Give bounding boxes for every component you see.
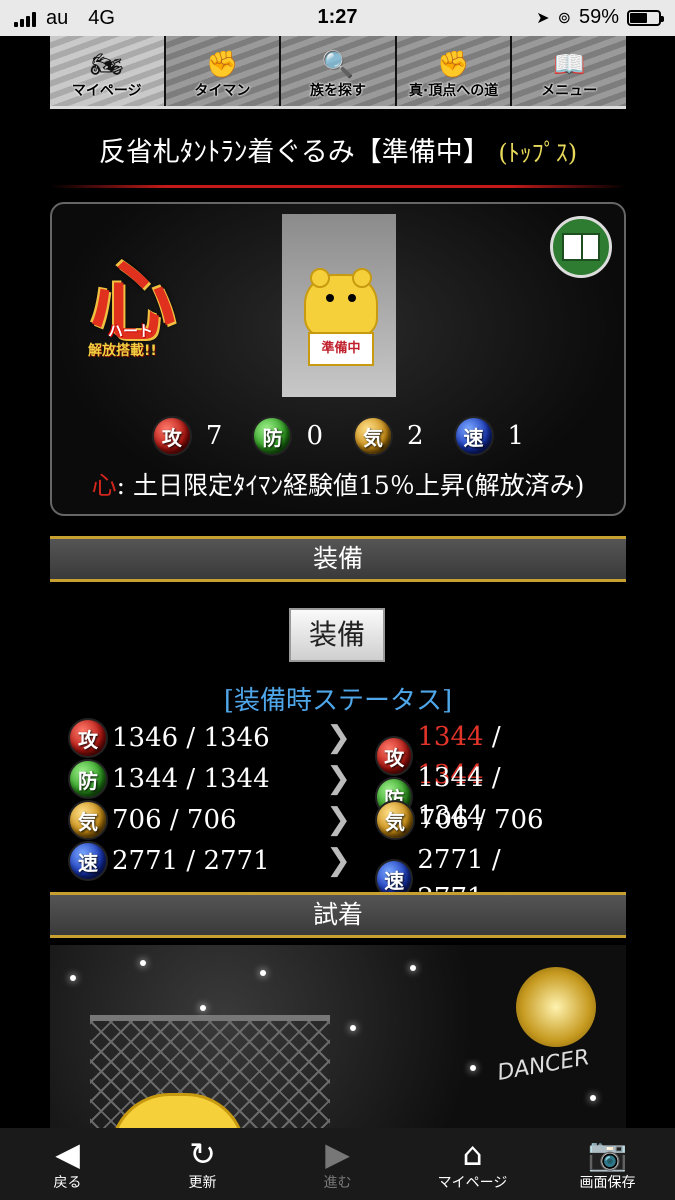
current-stat-value: 1344 / 1344 (112, 764, 270, 794)
fist-icon: ✊ (206, 50, 239, 80)
current-stat-value: 1346 / 1346 (112, 723, 270, 753)
chevron-right-icon: ❯ (326, 761, 352, 796)
bottom-bar-reload-button[interactable]: ↻ 更新 (135, 1128, 270, 1200)
card-stat: 防0 (252, 416, 323, 456)
heart-release-emblem: 心 ハート 解放搭載!! (80, 232, 190, 367)
home-icon: ⌂ (462, 1135, 483, 1173)
dancer-text: DANCER (495, 1045, 592, 1086)
bottom-bar-label: 進む (323, 1175, 352, 1191)
bottom-bar-label: マイページ (437, 1175, 508, 1191)
after-stat-current: 1344 (417, 763, 484, 793)
chevron-right-icon: ❯ (326, 843, 352, 878)
tiger-mascot-image (304, 268, 378, 338)
nav-item-label: 族を探す (309, 83, 366, 99)
after-stat-current: 2771 (417, 845, 484, 875)
book-icon-button[interactable] (550, 216, 612, 278)
card-stat: 攻7 (151, 416, 223, 456)
nav-item-label: メニュー (541, 83, 598, 99)
release-label: 解放搭載!! (88, 343, 157, 359)
book-icon: 📖 (552, 50, 586, 80)
nav-item-1[interactable]: ✊ タイマン (165, 36, 282, 106)
stat-orb-icon: 気 (68, 800, 108, 840)
nav-item-label: タイマン (194, 83, 251, 99)
chevron-right-icon: ❯ (326, 802, 352, 837)
heart-label: ハート (108, 322, 154, 340)
stat-orb-icon: 気 (353, 416, 393, 456)
tryon-preview-image: DANCER (50, 945, 626, 1128)
nav-item-label: 真·頂点への道 (408, 83, 499, 99)
item-card: 心 ハート 解放搭載!! 準備中 攻7防0気2速1 心: 土日限定ﾀｲﾏﾝ経験値… (50, 202, 626, 516)
magnifier-flag-icon: 🔍 (321, 50, 355, 80)
status-row: 攻 1346 / 1346 ❯ 攻 1344 / 1344 (68, 718, 568, 790)
equip-button[interactable]: 装備 (289, 608, 385, 662)
ios-status-bar: au 4G 1:27 ➤ ⊚ 59% (0, 0, 675, 36)
stat-value: 1 (507, 421, 525, 451)
bottom-bar-label: 戻る (53, 1175, 82, 1191)
stat-orb-icon: 速 (68, 841, 108, 881)
browser-bottom-bar: ◀ 戻る ↻ 更新 ▶ 進む ⌂ マイページ 📷 画面保存 (0, 1128, 675, 1200)
card-stat: 気2 (353, 416, 424, 456)
bottom-bar-label: 画面保存 (579, 1175, 636, 1191)
after-stat-separator: / (483, 845, 501, 875)
stat-orb-icon: 攻 (151, 416, 192, 456)
stat-orb-icon: 防 (252, 416, 293, 456)
bottom-bar-label: 更新 (188, 1175, 217, 1191)
forward-icon: ▶ (325, 1135, 350, 1173)
title-underline (50, 185, 626, 188)
camera-icon: 📷 (587, 1135, 628, 1173)
item-title-bar: 反省札ﾀﾝﾄﾗﾝ着ぐるみ【準備中】 (ﾄｯﾌﾟｽ) (50, 118, 626, 188)
stat-value: 0 (306, 421, 323, 451)
motorcycle-icon: 🏍 (90, 50, 124, 80)
stat-value: 7 (205, 421, 223, 451)
after-stat-current: 1344 (417, 722, 484, 752)
item-name: 反省札ﾀﾝﾄﾗﾝ着ぐるみ【準備中】 (98, 137, 490, 168)
after-stat-current: 706 (419, 805, 469, 835)
book-icon (562, 233, 600, 261)
location-icon: ➤ (536, 8, 550, 27)
top-nav: 🏍 マイページ ✊ タイマン 🔍 族を探す ✊ 真·頂点への道 📖 メニュー (50, 36, 626, 109)
stat-value: 2 (407, 421, 424, 451)
equip-status-title: [装備時ステータス] (223, 686, 453, 716)
stat-orb-icon: 気 (375, 800, 415, 840)
card-stats: 攻7防0気2速1 (52, 416, 624, 456)
nav-item-2[interactable]: 🔍 族を探す (281, 36, 397, 106)
after-stat-max: 706 (493, 805, 544, 835)
item-portrait: 準備中 (282, 214, 396, 397)
stat-orb-icon: 防 (68, 759, 108, 799)
status-row: 速2771 / 2771❯速2771 / 2771 (68, 841, 568, 913)
bottom-bar-back-button[interactable]: ◀ 戻る (0, 1128, 135, 1200)
stat-orb-icon: 攻 (68, 718, 108, 758)
status-row: 防 1344 / 1344 ❯ 防 1344 / 1344 (68, 759, 568, 831)
after-stat-separator: / (483, 763, 501, 793)
card-stat: 速1 (453, 416, 525, 456)
bottom-bar-forward-button[interactable]: ▶ 進む (270, 1128, 405, 1200)
bottom-bar-camera-button[interactable]: 📷 画面保存 (540, 1128, 675, 1200)
status-row: 気 706 / 706 ❯ 気 706 / 706 (68, 800, 568, 840)
chevron-right-icon: ❯ (326, 720, 352, 755)
after-stat-separator: / (483, 722, 501, 752)
equip-section-header: 装備 (50, 536, 626, 582)
current-stat-value: 2771 / 2771 (112, 846, 270, 876)
bottom-bar-home-button[interactable]: ⌂ マイページ (405, 1128, 540, 1200)
preparing-sign: 準備中 (308, 332, 374, 366)
item-rarity: (ﾄｯﾌﾟｽ) (498, 139, 578, 167)
ability-text: : 土日限定ﾀｲﾏﾝ経験値15％上昇(解放済み) (116, 471, 585, 500)
current-stat-value: 706 / 706 (112, 805, 237, 835)
ability-key: 心 (91, 471, 117, 500)
fist-burst-icon: ✊ (437, 50, 470, 80)
battery-percent: 59% (578, 6, 619, 28)
battery-icon (627, 9, 664, 26)
gold-crest-image (516, 967, 596, 1047)
nav-item-0[interactable]: 🏍 マイページ (50, 36, 166, 106)
nav-item-4[interactable]: 📖 メニュー (512, 36, 626, 106)
tryon-section-header: 試着 (50, 892, 626, 938)
heart-ability: 心: 土日限定ﾀｲﾏﾝ経験値15％上昇(解放済み) (52, 466, 624, 502)
back-icon: ◀ (55, 1135, 80, 1173)
nav-item-3[interactable]: ✊ 真·頂点への道 (396, 36, 513, 106)
after-stat-separator: / (468, 805, 494, 835)
nav-item-label: マイページ (71, 83, 142, 99)
orientation-lock-icon: ⊚ (557, 8, 571, 27)
reload-icon: ↻ (189, 1135, 216, 1173)
stat-orb-icon: 速 (453, 416, 494, 456)
